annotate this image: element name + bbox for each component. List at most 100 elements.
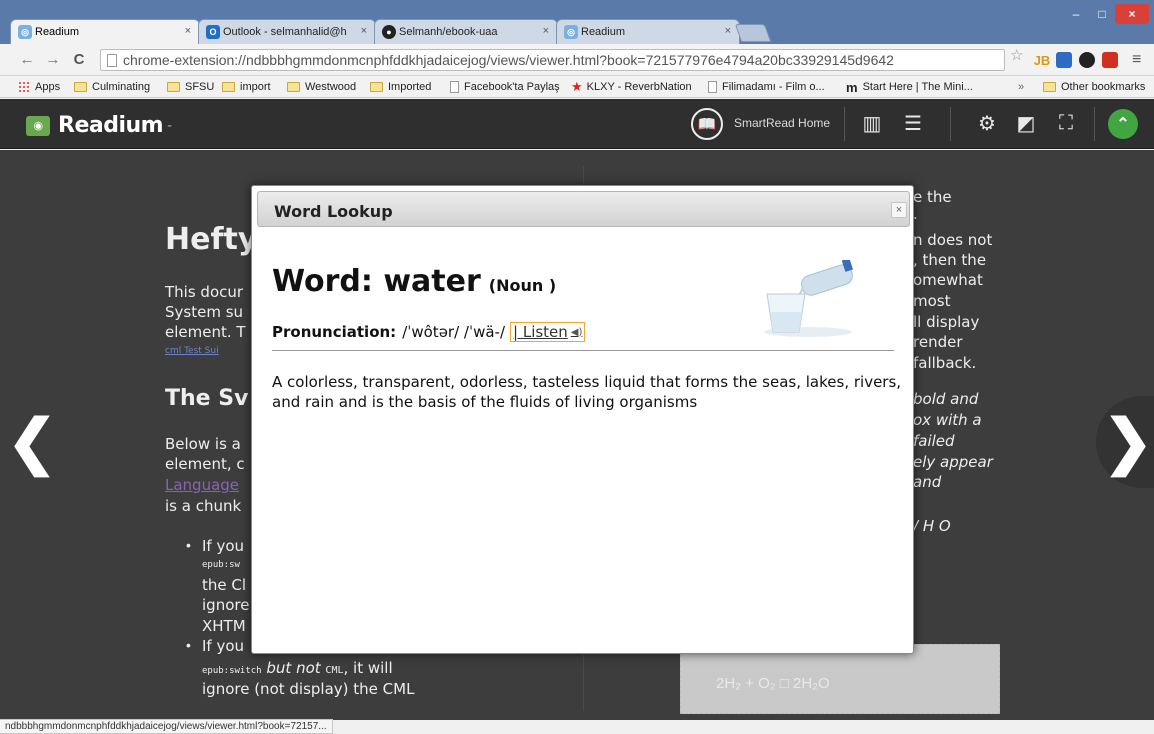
folder-icon	[370, 82, 383, 92]
tab-close-icon[interactable]: ×	[185, 25, 191, 37]
right-page-italic-line: ely appear	[913, 453, 993, 471]
bookmark-klxy[interactable]: ★ KLXY - ReverbNation	[571, 79, 692, 95]
language-link[interactable]: Language	[165, 476, 239, 494]
new-tab-button[interactable]	[734, 24, 772, 42]
settings-gear-icon[interactable]: ⚙	[975, 111, 999, 135]
word-heading: Word: water (Noun )	[272, 264, 556, 299]
fallback-formula: 2H₂ + O₂ □ 2H₂O	[716, 675, 830, 692]
page-paragraph-line: is a chunk	[165, 497, 242, 515]
bookmark-filimadami[interactable]: Filimadamı - Film o...	[708, 79, 825, 95]
page-heading: Hefty	[165, 222, 258, 257]
screenshot-extension-icon[interactable]	[1056, 52, 1072, 68]
speaker-icon: ◀)	[570, 326, 583, 338]
page-paragraph-line: Below is a	[165, 435, 241, 453]
tab-close-icon[interactable]: ×	[543, 25, 549, 37]
tab-github[interactable]: ● Selmanh/ebook-uaa ×	[374, 19, 558, 44]
bullet-line: XHTM	[202, 617, 246, 635]
bookmark-star-icon[interactable]: ☆	[1010, 46, 1023, 64]
jetbrains-extension-icon[interactable]: JB	[1034, 52, 1051, 68]
readium-favicon-icon: ◎	[18, 25, 32, 39]
header-divider	[1094, 107, 1095, 141]
browser-tabstrip: ◎ Readium × O Outlook - selmanhalid@h × …	[0, 0, 1154, 44]
tab-label: Readium	[35, 26, 80, 38]
smartread-book-icon[interactable]: 📖	[691, 108, 723, 140]
right-page-italic-line: bold and	[913, 390, 979, 408]
right-page-line: omewhat	[913, 271, 983, 289]
section-heading: The Sv	[165, 386, 249, 411]
right-page-italic-line: failed	[913, 432, 955, 450]
bullet-icon: •	[186, 637, 191, 653]
tab-readium-2[interactable]: ◎ Readium ×	[556, 19, 740, 44]
bookmark-imported[interactable]: Imported	[370, 79, 431, 95]
bullet-line: the Cl	[202, 576, 247, 594]
page-icon	[708, 81, 717, 93]
collapse-up-icon[interactable]: ⌃	[1108, 109, 1138, 139]
pronunciation-text: /ˈwôtər/ /ˈwä-/	[402, 323, 506, 341]
outlook-favicon-icon: O	[206, 25, 220, 39]
folder-icon	[222, 82, 235, 92]
bullet-line: If you	[202, 637, 245, 655]
bullet-icon: •	[186, 537, 191, 553]
dialog-close-icon[interactable]: ×	[891, 202, 907, 218]
bullet-line: ignore (not display) the CML	[202, 680, 415, 698]
reload-icon[interactable]: C	[70, 49, 88, 69]
bookmark-apps[interactable]: Apps	[18, 79, 60, 95]
bookmark-import[interactable]: import	[222, 79, 271, 95]
dialog-divider	[272, 350, 894, 351]
bookmark-culminating[interactable]: Culminating	[74, 79, 150, 95]
bookmarks-overflow-button[interactable]: »	[1018, 79, 1024, 95]
toc-list-icon[interactable]: ☰	[901, 111, 925, 135]
tab-label: Readium	[581, 26, 626, 38]
maximize-button[interactable]: □	[1089, 4, 1115, 24]
readium-header: ◉ Readium - 📖 SmartRead Home ▥ ☰ ⚙ ◩ ⛶ ⌃	[0, 99, 1154, 149]
forward-arrow-icon[interactable]: →	[44, 49, 62, 69]
right-page-italic-line: and	[913, 473, 942, 491]
window-close-button[interactable]: ×	[1115, 4, 1149, 24]
bullet-line: ignore	[202, 596, 250, 614]
fullscreen-icon[interactable]: ⛶	[1054, 111, 1078, 135]
next-page-arrow-icon[interactable]: ❯	[1096, 396, 1154, 488]
dialog-header: Word Lookup ×	[257, 191, 910, 227]
tab-close-icon[interactable]: ×	[725, 25, 731, 37]
header-divider	[950, 107, 951, 141]
color-extension-icon[interactable]	[1079, 52, 1095, 68]
night-mode-icon[interactable]: ◩	[1014, 111, 1038, 135]
right-page-formula: / H O	[913, 517, 951, 535]
bookmark-westwood[interactable]: Westwood	[287, 79, 356, 95]
folder-icon	[74, 82, 87, 92]
library-icon[interactable]: ▥	[860, 111, 884, 135]
smartread-home-link[interactable]: SmartRead Home	[734, 116, 830, 130]
tab-readium[interactable]: ◎ Readium ×	[10, 19, 200, 44]
readium-logo[interactable]: ◉ Readium -	[26, 113, 172, 138]
bookmark-sfsu[interactable]: SFSU	[167, 79, 214, 95]
tab-label: Outlook - selmanhalid@h	[223, 26, 347, 38]
readium-logo-text: Readium	[58, 113, 164, 138]
previous-page-arrow-icon[interactable]: ❮	[0, 396, 64, 488]
water-glass-image	[761, 260, 856, 337]
bookmark-other[interactable]: Other bookmarks	[1043, 79, 1145, 95]
status-bar-url: ndbbbhgmmdonmcnphfddkhjadaicejog/views/v…	[0, 719, 333, 734]
tab-outlook[interactable]: O Outlook - selmanhalid@h ×	[198, 19, 376, 44]
bookmark-extension-icon[interactable]	[1102, 52, 1118, 68]
page-paragraph-line: This docur	[165, 283, 244, 301]
page-icon	[107, 54, 117, 67]
folder-icon	[287, 82, 300, 92]
minimize-button[interactable]: –	[1063, 4, 1089, 24]
word-lookup-dialog: Word Lookup × Word: water (Noun ) Pronunc…	[251, 185, 914, 654]
address-bar[interactable]: chrome-extension://ndbbbhgmmdonmcnphfddk…	[100, 49, 1005, 71]
dialog-title: Word Lookup	[274, 202, 393, 221]
back-arrow-icon[interactable]: ←	[18, 49, 36, 69]
right-page-line: most	[913, 292, 951, 310]
listen-button[interactable]: | Listen ◀)	[510, 322, 586, 342]
url-text: chrome-extension://ndbbbhgmmdonmcnphfddk…	[123, 52, 894, 68]
tab-close-icon[interactable]: ×	[361, 25, 367, 37]
bookmark-facebook[interactable]: Facebook'ta Paylaş	[450, 79, 560, 95]
right-page-line: ll display	[913, 313, 980, 331]
word-label: Word: water	[272, 264, 481, 299]
apps-grid-icon	[18, 81, 30, 93]
test-suite-link[interactable]: cml Test Sui	[165, 346, 219, 356]
chrome-menu-icon[interactable]: ≡	[1132, 51, 1141, 69]
page-paragraph-line: element, c	[165, 455, 245, 473]
bookmark-start-here[interactable]: m Start Here | The Mini...	[846, 79, 973, 95]
listen-label: | Listen	[513, 323, 568, 341]
